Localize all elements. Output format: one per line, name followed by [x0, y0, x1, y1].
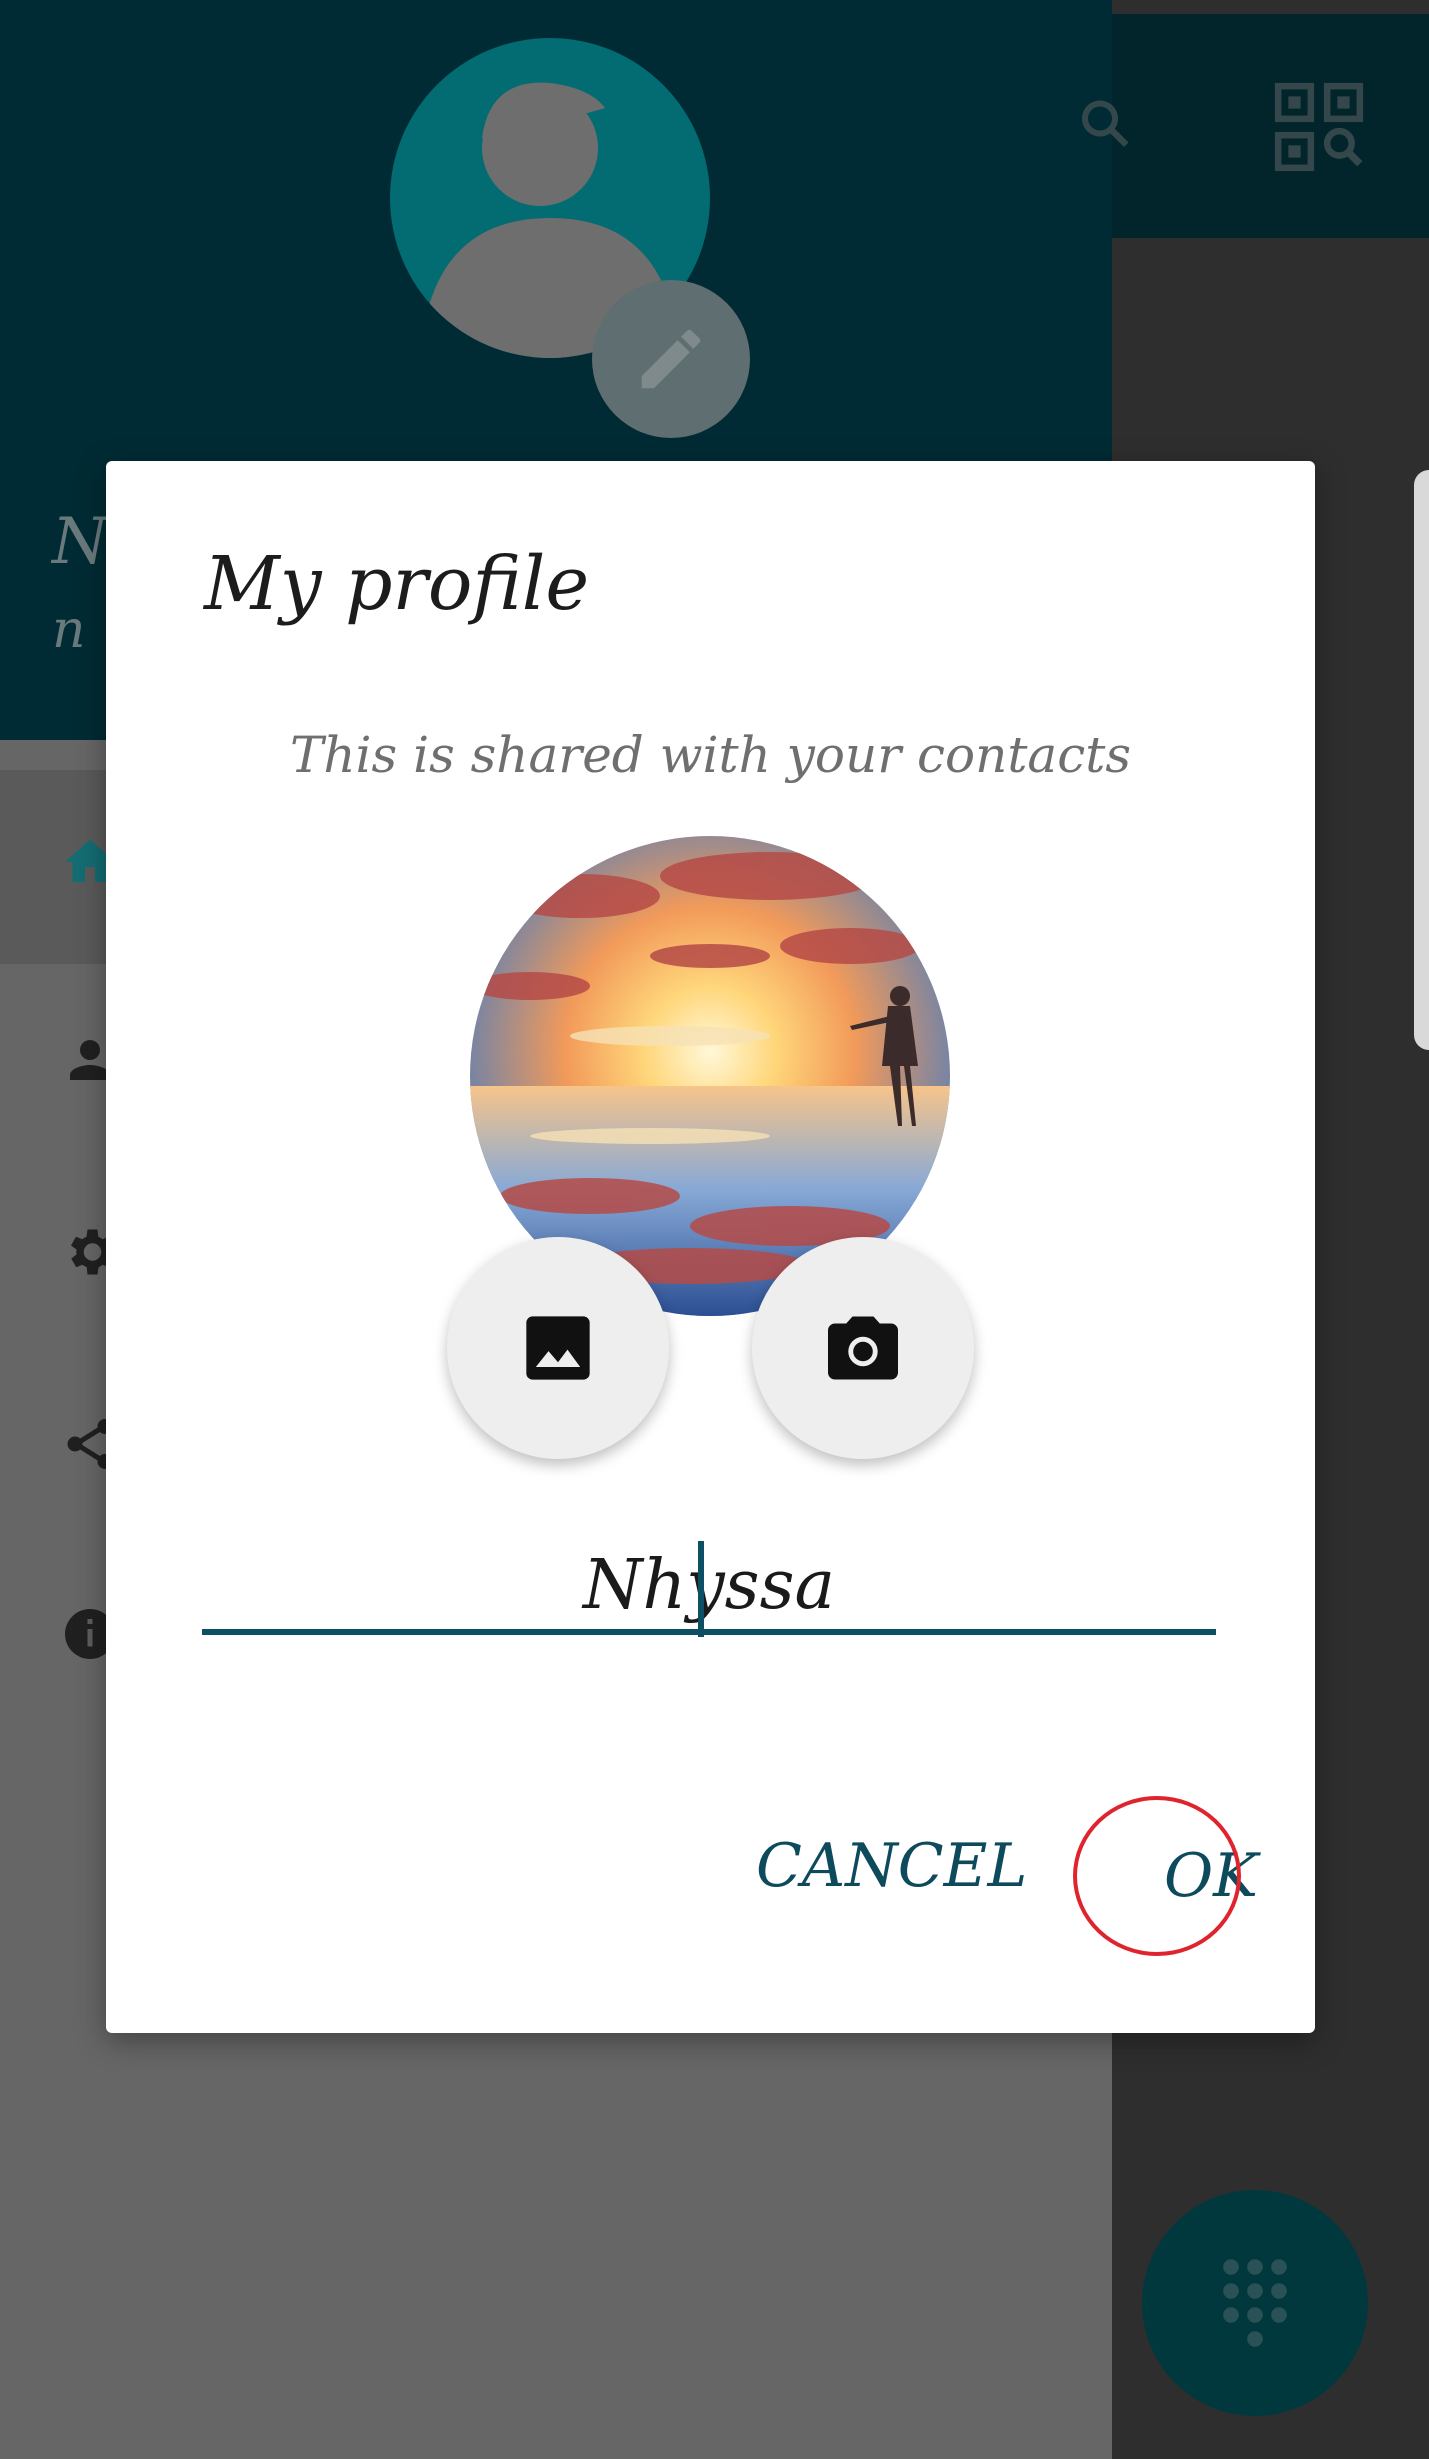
text-cursor — [698, 1541, 704, 1637]
choose-from-gallery-button[interactable] — [447, 1237, 669, 1459]
camera-icon — [828, 1316, 898, 1380]
dialpad-fab-button[interactable] — [1142, 2190, 1368, 2416]
edge-panel-handle — [1414, 470, 1429, 1050]
image-icon — [526, 1316, 590, 1380]
name-input[interactable] — [202, 1541, 1216, 1629]
take-photo-button[interactable] — [752, 1237, 974, 1459]
search-icon[interactable] — [1080, 86, 1140, 166]
ok-highlight-circle — [1073, 1796, 1241, 1956]
dialpad-icon — [1223, 2259, 1287, 2347]
edit-avatar-button[interactable] — [592, 280, 750, 438]
my-profile-dialog: My profile This is shared with your cont… — [106, 461, 1315, 2033]
dialog-subtitle: This is shared with your contacts — [290, 726, 1131, 784]
drawer-user-status: n — [52, 600, 86, 660]
cancel-button[interactable]: CANCEL — [756, 1831, 1027, 1901]
name-field-container — [202, 1541, 1216, 1637]
dialog-title: My profile — [204, 541, 590, 627]
pencil-icon — [641, 329, 701, 389]
drawer-user-name: N — [52, 505, 108, 579]
qr-code-icon[interactable] — [1270, 78, 1368, 176]
